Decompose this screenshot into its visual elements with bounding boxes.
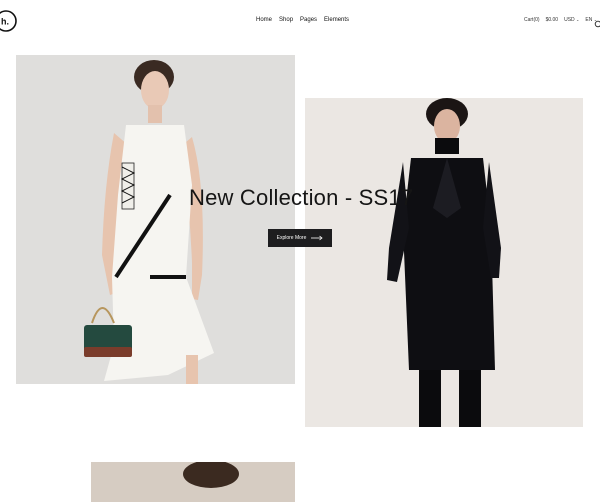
chevron-down-icon: ⌄ [576,17,580,22]
product-photo-bottom[interactable] [91,462,295,502]
header-utilities: Cart(0) $0.00 USD ⌄ EN ⌄ [524,17,597,23]
explore-more-button[interactable]: Explore More [268,229,332,247]
logo[interactable]: h. [0,9,18,33]
search-icon[interactable] [594,16,600,28]
logo-text: h. [1,17,9,27]
nav-item-pages[interactable]: Pages [300,17,317,23]
nav-item-home[interactable]: Home [256,17,272,23]
currency-value: USD [564,17,575,23]
hero-title: New Collection - SS17 [189,185,414,210]
cart-link[interactable]: Cart(0) [524,17,540,23]
arrow-right-icon [311,235,323,241]
currency-select[interactable]: USD ⌄ [564,17,579,23]
nav-item-shop[interactable]: Shop [279,17,293,23]
product-photo-woman[interactable] [16,55,295,384]
cart-total: $0.00 [545,17,559,23]
language-value: EN [585,17,593,23]
nav-item-elements[interactable]: Elements [324,17,349,23]
explore-more-label: Explore More [276,235,307,241]
product-photo-man[interactable] [305,98,583,427]
main-nav: Home Shop Pages Elements [256,17,349,23]
